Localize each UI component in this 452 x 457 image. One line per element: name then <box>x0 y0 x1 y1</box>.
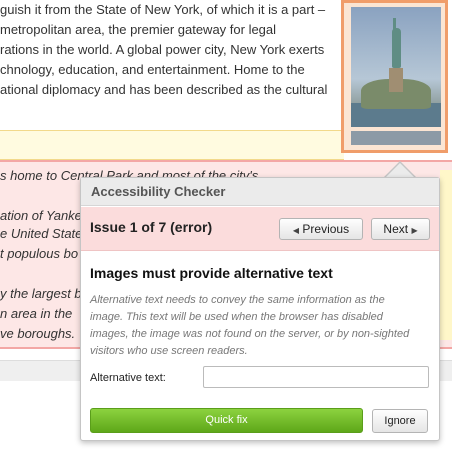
issue-title: Images must provide alternative text <box>90 265 333 281</box>
statue-of-liberty-image[interactable] <box>341 0 448 153</box>
issue-count: Issue 1 of 7 (error) <box>90 219 213 235</box>
ignore-button[interactable]: Ignore <box>372 409 428 433</box>
text-line: guish it from the State of New York, of … <box>0 2 326 17</box>
next-button[interactable]: Next ▶ <box>371 218 430 240</box>
paragraph-top[interactable]: guish it from the State of New York, of … <box>0 0 340 125</box>
issue-description: Alternative text needs to convey the sam… <box>90 294 410 357</box>
alt-text-label: Alternative text: <box>90 372 166 384</box>
text-line: ational diplomacy and has been described… <box>0 82 328 97</box>
triangle-left-icon: ◀ <box>292 226 300 235</box>
highlight-edge-yellow <box>440 170 452 340</box>
balloon-title[interactable]: Accessibility Checker <box>81 178 439 206</box>
text-line: metropolitan area, the premier gateway f… <box>0 22 277 37</box>
accessibility-checker-balloon: Accessibility Checker Issue 1 of 7 (erro… <box>80 177 440 441</box>
text-line: chnology, education, and entertainment. … <box>0 62 305 77</box>
issue-navigation-bar: Issue 1 of 7 (error) ◀ Previous Next ▶ <box>81 207 439 251</box>
text-line: ation of Yanke <box>0 208 82 223</box>
alt-text-input[interactable] <box>203 366 429 388</box>
quick-fix-button[interactable]: Quick fix <box>90 408 363 433</box>
triangle-right-icon: ▶ <box>411 226 418 235</box>
highlight-band-yellow <box>0 130 344 160</box>
previous-button-label: Previous <box>302 222 350 236</box>
text-line: e United State <box>0 226 83 241</box>
previous-button[interactable]: ◀ Previous <box>279 218 363 240</box>
text-line: n area in the <box>0 306 73 321</box>
text-line: t populous bo <box>0 246 79 261</box>
image-bottom-strip <box>351 131 441 145</box>
text-line: rations in the world. A global power cit… <box>0 42 325 57</box>
next-button-label: Next <box>383 222 409 236</box>
statue-image-content <box>351 7 441 127</box>
text-line: ve boroughs. <box>0 326 76 341</box>
text-line: y the largest b <box>0 286 82 301</box>
